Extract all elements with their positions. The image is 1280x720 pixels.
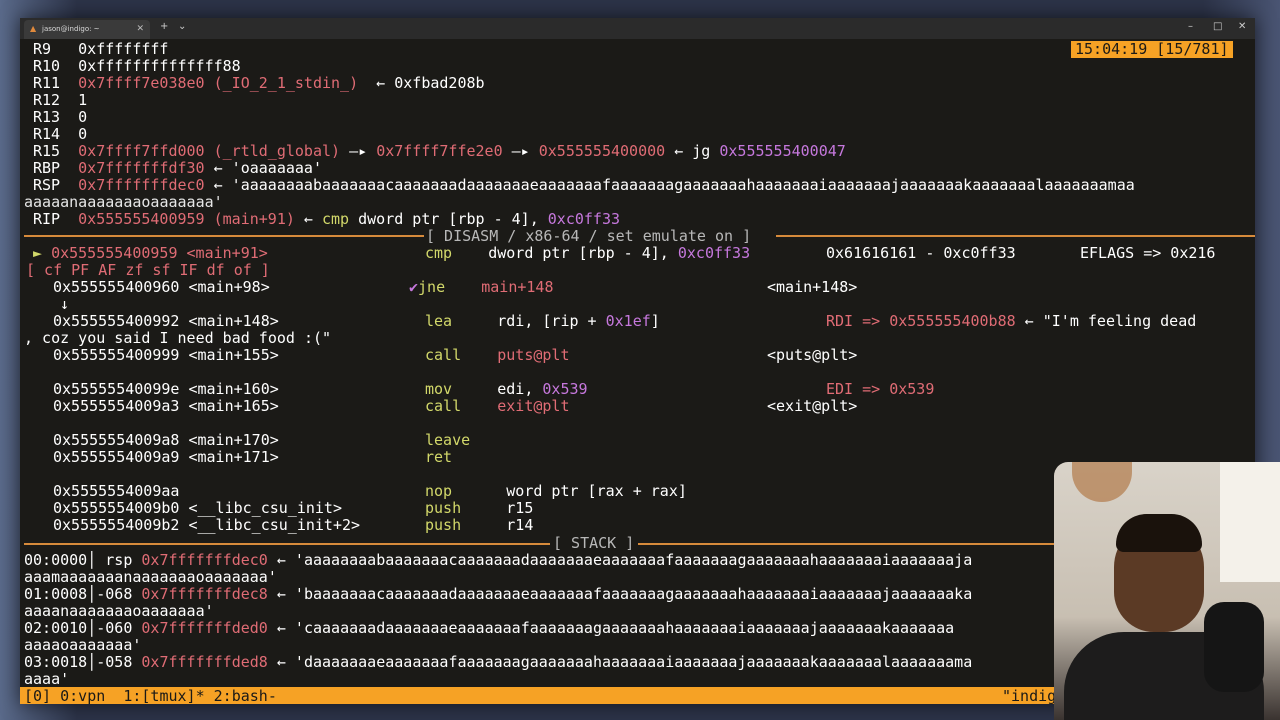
eflags-note: EFLAGS => 0x216	[1080, 244, 1216, 262]
disasm-row: 0x5555554009aa	[53, 482, 180, 500]
disasm-row-instruction: leave	[425, 431, 471, 449]
minimize-icon[interactable]: –	[1188, 21, 1193, 32]
maximize-icon[interactable]: □	[1213, 21, 1222, 32]
stack-row-continuation: aaaanaaaaaaaoaaaaaaa'	[24, 602, 214, 620]
register-row-rbp: RBP 0x7fffffffdf30 ← 'oaaaaaaa'	[33, 159, 322, 177]
terminal-icon: ▲	[30, 24, 37, 33]
new-tab-icon[interactable]: +	[160, 21, 168, 32]
disasm-row-note: RDI => 0x555555400b88 ← "I'm feeling dea…	[826, 312, 1197, 330]
disasm-row-instruction: call exit@plt	[425, 397, 570, 415]
stack-row: 03:0018│-058 0x7fffffffded8 ← 'daaaaaaae…	[24, 653, 973, 671]
register-row-rip: RIP 0x555555400959 (main+91) ← cmp dword…	[33, 210, 621, 228]
disasm-row: 0x555555400960 <main+98>	[53, 278, 270, 296]
string-continuation: , coz you said I need bad food :("	[24, 329, 332, 347]
microphone-icon	[1204, 602, 1264, 692]
disasm-row: 0x5555554009a3 <main+165>	[53, 397, 279, 415]
close-window-icon[interactable]: ✕	[1238, 21, 1246, 32]
disasm-row: 0x5555554009a9 <main+171>	[53, 448, 279, 466]
disasm-row-instruction: nop word ptr [rax + rax]	[425, 482, 687, 500]
disasm-separator-right	[776, 235, 1255, 237]
tmux-window-list[interactable]: [0] 0:vpn 1:[tmux]* 2:bash-	[24, 687, 277, 704]
disasm-row-instruction: cmp dword ptr [rbp - 4], 0xc0ff33	[425, 244, 751, 262]
stack-separator-left	[24, 543, 550, 545]
disasm-row-instruction: ✔jne main+148	[409, 278, 554, 296]
disasm-row-note: <exit@plt>	[767, 397, 858, 415]
disasm-separator-left	[24, 235, 424, 237]
tab-menu-icon[interactable]: ⌄	[178, 21, 186, 32]
disasm-row-instruction: lea rdi, [rip + 0x1ef]	[425, 312, 660, 330]
stack-header: [ STACK ]	[553, 534, 635, 552]
check-icon: ✔	[409, 278, 419, 296]
disasm-row: 0x5555554009a8 <main+170>	[53, 431, 279, 449]
webcam-person-hair	[1116, 514, 1202, 552]
disasm-row: 0x555555400992 <main+148>	[53, 312, 279, 330]
disasm-row-note: <puts@plt>	[767, 346, 858, 364]
disasm-row: 0x555555400999 <main+155>	[53, 346, 279, 364]
tmux-clock: 15:04:19 [15/781]	[1071, 41, 1233, 58]
stack-row-continuation: aaaaoaaaaaaa'	[24, 636, 142, 654]
title-bar: ▲ jason@indigo: ~ ✕ + ⌄ – □ ✕	[20, 18, 1255, 39]
tmux-host: "indig	[1002, 687, 1057, 704]
disasm-header: [ DISASM / x86-64 / set emulate on ]	[426, 227, 752, 245]
tab-close-icon[interactable]: ✕	[136, 24, 144, 34]
disasm-row-instruction: mov edi, 0x539	[425, 380, 588, 398]
register-row-rsp: RSP 0x7fffffffdec0 ← 'aaaaaaaabaaaaaaaca…	[33, 176, 1135, 194]
register-row: R14 0	[33, 125, 88, 143]
stack-row-continuation: aaaa'	[24, 670, 70, 688]
disasm-row-note: <main+148>	[767, 278, 858, 296]
disasm-row: 0x5555554009b2 <__libc_csu_init+2>	[53, 516, 361, 534]
disasm-row-current: ► 0x555555400959 <main+91>	[33, 244, 268, 262]
stack-row-continuation: aaamaaaaaaanaaaaaaaoaaaaaaa'	[24, 568, 277, 586]
disasm-row: 0x55555540099e <main+160>	[53, 380, 279, 398]
register-rsp-continuation: aaaaanaaaaaaaoaaaaaaa'	[24, 193, 223, 211]
eflags-flags: [ cf PF AF zf sf IF df of ]	[26, 261, 270, 279]
register-row-r15: R15 0x7ffff7ffd000 (_rtld_global) —▸ 0x7…	[33, 142, 846, 160]
disasm-row: 0x5555554009b0 <__libc_csu_init>	[53, 499, 342, 517]
register-row: R10 0xffffffffffffff88	[33, 57, 241, 75]
register-row: R11 0x7ffff7e038e0 (_IO_2_1_stdin_) ← 0x…	[33, 74, 485, 92]
disasm-row-instruction: ret	[425, 448, 453, 466]
webcam-lamp	[1072, 462, 1132, 502]
register-row: R9 0xffffffff	[33, 40, 169, 58]
stack-row: 01:0008│-068 0x7fffffffdec8 ← 'baaaaaaac…	[24, 585, 973, 603]
webcam-overlay	[1054, 462, 1280, 720]
disasm-row-note: 0x61616161 - 0xc0ff33	[826, 244, 1016, 262]
stack-row: 00:0000│ rsp 0x7fffffffdec0 ← 'aaaaaaaab…	[24, 551, 973, 569]
disasm-row-instruction: push r14	[425, 516, 534, 534]
disasm-row-note: EDI => 0x539	[826, 380, 935, 398]
register-row: R13 0	[33, 108, 88, 126]
tab-label: jason@indigo: ~	[42, 25, 100, 33]
register-row: R12 1	[33, 91, 88, 109]
branch-arrow-icon: ↓	[60, 295, 70, 313]
stack-row: 02:0010│-060 0x7fffffffded0 ← 'caaaaaaad…	[24, 619, 955, 637]
webcam-background-window	[1220, 462, 1280, 582]
disasm-row-instruction: call puts@plt	[425, 346, 570, 364]
disasm-row-instruction: push r15	[425, 499, 534, 517]
tab-terminal[interactable]: ▲ jason@indigo: ~ ✕	[24, 20, 150, 39]
